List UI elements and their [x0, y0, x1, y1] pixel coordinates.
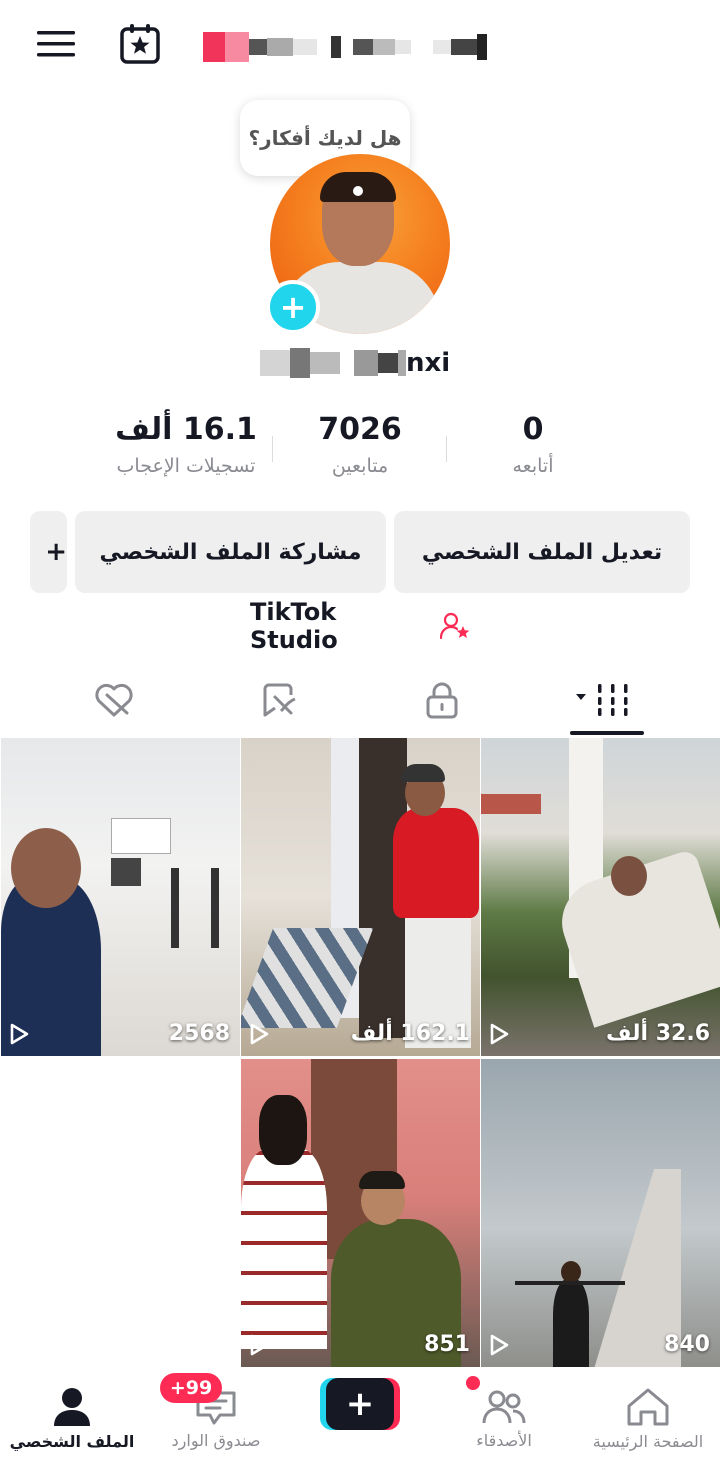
person-star-icon — [440, 612, 470, 640]
following-label: أتابعه — [512, 455, 554, 477]
video-tile[interactable]: 2568 — [1, 738, 240, 1056]
nav-friends[interactable]: الأصدقاء — [432, 1368, 576, 1469]
play-icon — [250, 1334, 269, 1356]
tab-liked[interactable] — [24, 670, 204, 730]
share-profile-label: مشاركة الملف الشخصي — [99, 539, 362, 565]
profile-person-icon — [54, 1388, 90, 1426]
view-count: 32.6 ألف — [606, 1021, 710, 1046]
studio-label: TikTok Studio — [250, 598, 338, 654]
video-tile[interactable]: 162.1 ألف — [241, 738, 480, 1056]
view-count: 162.1 ألف — [350, 1021, 470, 1046]
add-friends-label: + — [45, 537, 67, 567]
followers-label: متابعين — [331, 455, 389, 477]
share-profile-button[interactable]: مشاركة الملف الشخصي — [75, 511, 386, 593]
add-story-button[interactable]: + — [266, 280, 320, 334]
likes-label: تسجيلات الإعجاب — [116, 455, 256, 477]
menu-button[interactable] — [30, 22, 82, 66]
tiktok-studio-link[interactable]: TikTok Studio — [250, 598, 470, 654]
account-name-blurred[interactable] — [203, 30, 528, 64]
view-count: 840 — [664, 1332, 710, 1357]
calendar-button[interactable] — [114, 20, 166, 68]
nav-inbox-label: صندوق الوارد — [171, 1431, 261, 1450]
following-count: 0 — [522, 412, 544, 447]
inbox-count-badge: +99 — [160, 1373, 222, 1403]
reposts-icon — [263, 683, 296, 717]
nav-profile-label: الملف الشخصي — [9, 1432, 135, 1451]
videos-grid-icon — [576, 684, 628, 716]
stat-likes[interactable]: 16.1 ألف تسجيلات الإعجاب — [96, 412, 276, 477]
nav-home-label: الصفحة الرئيسية — [592, 1432, 704, 1451]
tab-reposts[interactable] — [190, 670, 370, 730]
create-plus-icon: + — [326, 1378, 394, 1430]
play-icon — [490, 1334, 509, 1356]
lock-icon — [426, 682, 458, 719]
username: nxi — [260, 345, 450, 381]
nav-home[interactable]: الصفحة الرئيسية — [576, 1368, 720, 1469]
edit-profile-button[interactable]: تعديل الملف الشخصي — [394, 511, 690, 593]
stat-following[interactable]: 0 أتابعه — [443, 412, 623, 477]
friends-icon — [482, 1390, 526, 1424]
view-count: 851 — [424, 1332, 470, 1357]
ideas-bubble-text: هل لديك أفكار؟ — [248, 126, 402, 150]
liked-heart-icon — [95, 683, 133, 717]
video-tile[interactable]: 32.6 ألف — [481, 738, 720, 1056]
calendar-star-icon — [120, 24, 160, 64]
nav-friends-label: الأصدقاء — [476, 1431, 532, 1450]
tab-videos[interactable] — [516, 670, 696, 730]
followers-count: 7026 — [318, 412, 402, 447]
hamburger-menu-icon — [37, 31, 75, 57]
view-count: 2568 — [168, 1021, 230, 1046]
plus-icon: + — [279, 288, 307, 326]
likes-count: 16.1 ألف — [115, 412, 257, 447]
home-icon — [627, 1388, 669, 1426]
stat-followers[interactable]: 7026 متابعين — [270, 412, 450, 477]
edit-profile-label: تعديل الملف الشخصي — [421, 539, 663, 565]
add-friends-button[interactable]: + — [30, 511, 67, 593]
tab-private[interactable] — [352, 670, 532, 730]
video-tile[interactable]: 851 — [241, 1059, 480, 1367]
nav-profile[interactable]: الملف الشخصي — [0, 1368, 144, 1469]
video-tile[interactable]: 840 — [481, 1059, 720, 1367]
play-icon — [250, 1023, 269, 1045]
play-icon — [10, 1023, 29, 1045]
play-icon — [490, 1023, 509, 1045]
active-tab-indicator — [570, 731, 644, 735]
create-button[interactable]: + — [320, 1378, 400, 1430]
username-text: nxi — [406, 348, 451, 378]
friends-notification-dot — [466, 1376, 480, 1390]
